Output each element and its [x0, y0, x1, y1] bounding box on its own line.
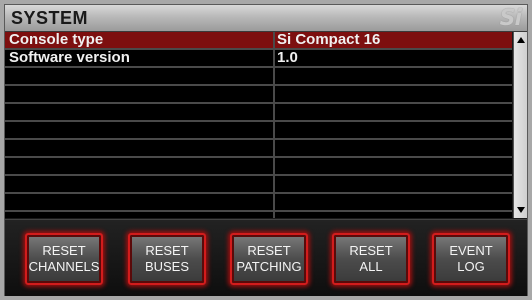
button-label-line1: RESET	[349, 243, 393, 258]
row-value	[277, 68, 507, 84]
table-row[interactable]	[5, 68, 512, 86]
row-label	[9, 86, 271, 102]
row-value	[277, 86, 507, 102]
column-divider	[273, 32, 275, 218]
table-row[interactable]	[5, 176, 512, 194]
row-value	[277, 140, 507, 156]
button-label-line2: CHANNELS	[28, 259, 100, 274]
row-value: 1.0	[277, 50, 298, 66]
table-row[interactable]: Console type Si Compact 16	[5, 32, 512, 50]
button-label-line1: RESET	[145, 243, 189, 258]
row-value	[277, 194, 507, 210]
table-row[interactable]	[5, 86, 512, 104]
button-label-line2: BUSES	[144, 259, 190, 274]
system-info-table: Console type Si Compact 16 Software vers…	[5, 32, 512, 218]
event-log-button[interactable]: EVENT LOG	[432, 233, 510, 285]
reset-all-button[interactable]: RESET ALL	[332, 233, 410, 285]
row-label	[9, 68, 271, 84]
row-label	[9, 158, 271, 174]
title-bar: SYSTEM Si	[5, 5, 527, 32]
row-label	[9, 122, 271, 138]
reset-patching-button[interactable]: RESET PATCHING	[230, 233, 308, 285]
row-value	[277, 104, 507, 120]
row-label	[9, 176, 271, 192]
button-label-line1: EVENT	[449, 243, 493, 258]
row-label	[9, 140, 271, 156]
row-label	[9, 194, 271, 210]
button-label-line2: PATCHING	[236, 259, 302, 274]
table-row[interactable]	[5, 122, 512, 140]
row-label: Console type	[9, 32, 104, 48]
system-panel: SYSTEM Si Console type Si Compact 16 Sof…	[4, 4, 528, 296]
scroll-down-icon[interactable]	[517, 207, 525, 213]
row-label: Software version	[9, 50, 130, 66]
button-label-line2: LOG	[457, 259, 485, 274]
row-value	[277, 122, 507, 138]
table-row[interactable]	[5, 158, 512, 176]
window-title: SYSTEM	[11, 8, 89, 28]
reset-buses-button[interactable]: RESET BUSES	[128, 233, 206, 285]
table-row[interactable]	[5, 104, 512, 122]
button-label-line2: ALL	[359, 259, 383, 274]
scroll-up-icon[interactable]	[517, 37, 525, 43]
table-row[interactable]	[5, 140, 512, 158]
row-label	[9, 104, 271, 120]
vertical-scrollbar[interactable]	[513, 32, 527, 218]
brand-logo: Si	[499, 6, 522, 31]
table-row[interactable]: Software version 1.0	[5, 50, 512, 68]
system-window-frame: SYSTEM Si Console type Si Compact 16 Sof…	[0, 0, 532, 300]
table-row[interactable]	[5, 194, 512, 212]
reset-channels-button[interactable]: RESET CHANNELS	[25, 233, 103, 285]
row-value	[277, 176, 507, 192]
row-value: Si Compact 16	[277, 32, 381, 48]
button-bar: RESET CHANNELS RESET BUSES RESET PATCHIN…	[5, 219, 527, 296]
button-label-line1: RESET	[247, 243, 291, 258]
row-value	[277, 158, 507, 174]
button-label-line1: RESET	[42, 243, 86, 258]
